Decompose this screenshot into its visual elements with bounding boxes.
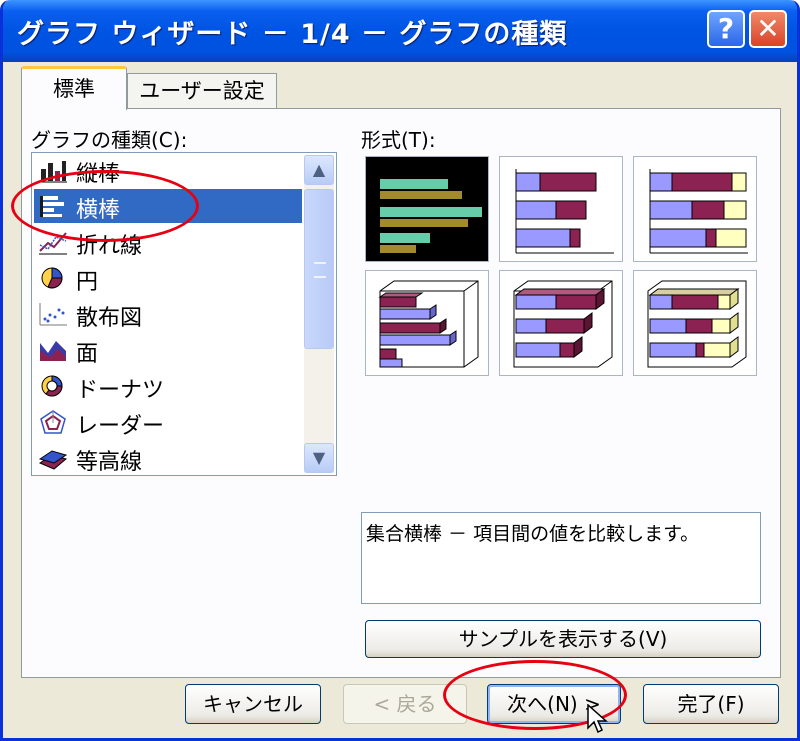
show-sample-button[interactable]: サンプルを表示する(V) <box>365 620 761 658</box>
list-item-label: 面 <box>76 342 99 367</box>
3d-percent-stacked-bar-thumbnail <box>647 280 747 368</box>
doughnut-chart-icon <box>41 375 63 397</box>
chart-wizard-dialog: グラフ ウィザード － 1/4 － グラフの種類 ? ✕ 標準 ユーザー設定 グ… <box>0 0 800 741</box>
3d-stacked-bar-thumbnail <box>513 280 613 368</box>
subtype-label: 形式(T): <box>361 128 436 152</box>
title-bar[interactable]: グラフ ウィザード － 1/4 － グラフの種類 ? ✕ <box>3 0 797 62</box>
list-item-label: 円 <box>76 270 99 295</box>
scroll-down-button[interactable]: ▼ <box>304 443 334 473</box>
area-chart-icon <box>40 341 66 361</box>
list-item-label: ドーナツ <box>76 378 165 403</box>
list-item-label: 散布図 <box>76 306 143 331</box>
subtype-3d-stacked-bar[interactable] <box>499 270 623 376</box>
list-item-surface[interactable]: 等高線 <box>34 441 302 475</box>
window-title: グラフ ウィザード － 1/4 － グラフの種類 <box>17 19 568 50</box>
subtype-3d-clustered-bar[interactable] <box>365 270 489 376</box>
list-item-doughnut[interactable]: ドーナツ <box>34 369 302 403</box>
subtype-stacked-bar[interactable] <box>499 156 623 262</box>
annotation-oval-bar <box>11 170 199 242</box>
tab-standard[interactable]: 標準 <box>21 66 127 110</box>
subtype-description: 集合横棒 － 項目間の値を比較します。 <box>361 512 761 604</box>
radar-chart-icon <box>40 410 66 434</box>
close-button[interactable]: ✕ <box>749 10 787 48</box>
list-item-area[interactable]: 面 <box>34 333 302 367</box>
list-scrollbar[interactable]: ▲ ▼ <box>304 155 334 473</box>
grip-icon <box>314 262 326 278</box>
percent-stacked-bar-thumbnail <box>649 169 748 254</box>
list-item-label: レーダー <box>76 414 165 439</box>
mouse-cursor-icon <box>587 704 608 734</box>
3d-clustered-bar-thumbnail <box>378 280 479 368</box>
subtype-100-stacked-bar[interactable] <box>633 156 757 262</box>
list-item-label: 等高線 <box>76 450 143 475</box>
subtype-3d-100-stacked-bar[interactable] <box>633 270 757 376</box>
chart-type-label: グラフの種類(C): <box>31 128 188 152</box>
list-item-scatter[interactable]: 散布図 <box>34 297 302 331</box>
clustered-bar-thumbnail <box>380 179 482 253</box>
help-button[interactable]: ? <box>707 10 745 48</box>
scroll-thumb[interactable] <box>304 189 334 349</box>
subtype-clustered-bar[interactable] <box>365 156 489 262</box>
pie-chart-icon <box>41 267 63 289</box>
finish-button[interactable]: 完了(F) <box>643 684 779 724</box>
stacked-bar-thumbnail <box>515 169 614 254</box>
scroll-up-button[interactable]: ▲ <box>304 155 334 185</box>
list-item-radar[interactable]: レーダー <box>34 405 302 439</box>
cancel-button[interactable]: キャンセル <box>185 684 321 724</box>
scatter-chart-icon <box>39 303 67 326</box>
list-item-pie[interactable]: 円 <box>34 261 302 295</box>
tab-custom[interactable]: ユーザー設定 <box>127 73 277 109</box>
surface-chart-icon <box>38 450 68 470</box>
